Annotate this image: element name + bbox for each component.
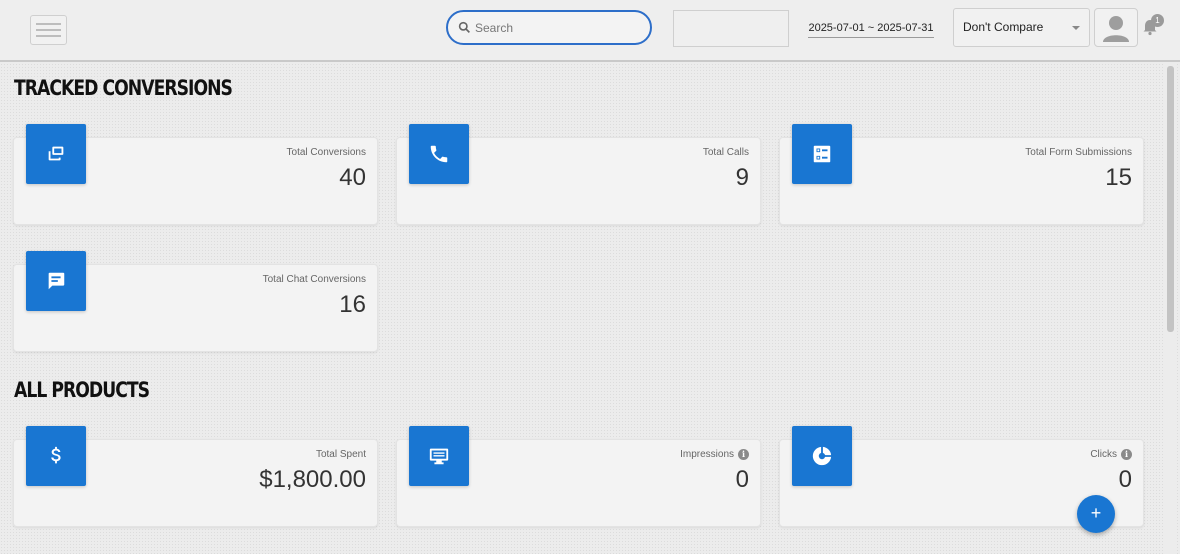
date-range-picker[interactable]: 2025-07-01 ~ 2025-07-31 [808, 20, 934, 38]
card-label: Impressions i [680, 449, 749, 460]
chat-icon [48, 272, 65, 290]
card-icon-box [409, 124, 469, 184]
card-icon-box [26, 251, 86, 311]
search-box[interactable] [446, 10, 652, 45]
monitor-icon [429, 448, 449, 465]
card-total-chat-conversions: Total Chat Conversions 16 [13, 251, 378, 352]
pie-chart-icon [812, 446, 832, 466]
card-value: 40 [339, 164, 366, 191]
form-icon [813, 145, 831, 163]
menu-button[interactable] [30, 15, 67, 45]
card-label: Total Spent [315, 449, 366, 460]
menu-line [36, 29, 61, 31]
search-input[interactable] [475, 20, 635, 35]
section-title-tracked-conversions: TRACKED CONVERSIONS [14, 76, 233, 100]
card-total-calls: Total Calls 9 [396, 124, 761, 225]
compare-select[interactable]: Don't Compare [953, 8, 1090, 47]
avatar-icon [1103, 15, 1129, 42]
card-icon-box [26, 426, 86, 486]
search-icon [458, 21, 470, 33]
phone-icon [430, 145, 448, 163]
card-value: 15 [1105, 164, 1132, 191]
menu-line [36, 35, 61, 37]
compare-select-value: Don't Compare [963, 20, 1044, 34]
card-value: 16 [339, 291, 366, 318]
card-value: $1,800.00 [259, 466, 366, 493]
dollar-icon [51, 446, 61, 464]
top-bar: 2025-07-01 ~ 2025-07-31 Don't Compare 1 [0, 0, 1180, 62]
info-icon[interactable]: i [738, 449, 749, 460]
avatar-button[interactable] [1094, 8, 1138, 47]
conversions-icon [48, 146, 64, 161]
card-value: 0 [1118, 466, 1132, 493]
card-label: Total Form Submissions [1025, 147, 1132, 158]
card-icon-box [792, 426, 852, 486]
chevron-down-icon [1072, 26, 1080, 30]
empty-filter-box[interactable] [673, 10, 789, 47]
card-icon-box [792, 124, 852, 184]
card-total-form-submissions: Total Form Submissions 15 [779, 124, 1144, 225]
card-icon-box [409, 426, 469, 486]
section-title-all-products: ALL PRODUCTS [14, 378, 150, 402]
card-label: Clicks i [1090, 449, 1132, 460]
card-total-spent: Total Spent $1,800.00 [13, 426, 378, 527]
card-total-conversions: Total Conversions 40 [13, 124, 378, 225]
card-value: 9 [735, 164, 749, 191]
card-label: Total Conversions [286, 147, 366, 158]
card-icon-box [26, 124, 86, 184]
add-button[interactable]: + [1077, 495, 1115, 533]
notification-badge: 1 [1151, 14, 1164, 27]
card-label: Total Chat Conversions [262, 274, 366, 285]
scrollbar-thumb[interactable] [1167, 66, 1174, 332]
card-value: 0 [735, 466, 749, 493]
info-icon[interactable]: i [1121, 449, 1132, 460]
card-impressions: Impressions i 0 [396, 426, 761, 527]
card-label: Total Calls [702, 147, 749, 158]
menu-line [36, 23, 61, 25]
